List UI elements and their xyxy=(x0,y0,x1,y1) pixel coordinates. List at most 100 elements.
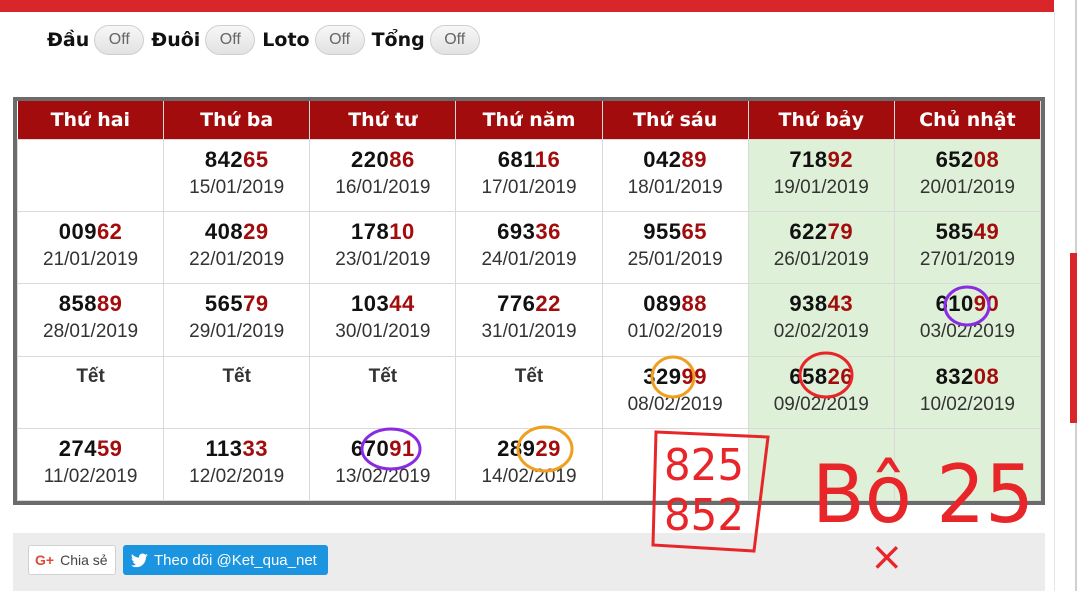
tet-label: Tết xyxy=(222,365,251,387)
calendar-cell[interactable]: Tết xyxy=(455,355,603,429)
calendar-cell[interactable]: 95565 25/01/2019 xyxy=(601,211,749,285)
result-head-digits: 220 xyxy=(351,147,390,172)
calendar-cell[interactable]: 68116 17/01/2019 xyxy=(455,138,603,213)
calendar-cell[interactable] xyxy=(747,427,895,502)
calendar-cell[interactable]: 08988 01/02/2019 xyxy=(601,283,749,357)
result-date: 13/02/2019 xyxy=(335,465,431,487)
tet-label: Tết xyxy=(514,365,544,387)
result-head-digits: 842 xyxy=(204,147,244,172)
calendar-cell[interactable]: 11333 12/02/2019 xyxy=(163,427,311,502)
result-tail-digits: 88 xyxy=(681,291,707,317)
result-head-digits: 858 xyxy=(58,291,97,317)
calendar-cell[interactable]: 58549 27/01/2019 xyxy=(893,211,1042,285)
calendar-cell[interactable]: 65208 20/01/2019 xyxy=(893,138,1042,213)
tet-label: Tết xyxy=(368,365,398,387)
result-tail-digits: 62 xyxy=(96,219,123,245)
gplus-share-button[interactable]: G+ Chia sẻ xyxy=(28,545,116,575)
calendar-cell[interactable]: 83208 10/02/2019 xyxy=(893,355,1042,429)
result-head-digits: 178 xyxy=(351,219,390,245)
calendar-cell[interactable] xyxy=(16,138,165,213)
result-tail-digits: 22 xyxy=(535,291,561,317)
calendar-cell[interactable]: 84265 15/01/2019 xyxy=(163,138,311,213)
calendar-cell[interactable]: 10344 30/01/2019 xyxy=(309,283,457,357)
header-banner xyxy=(0,0,1054,12)
result-date: 27/01/2019 xyxy=(919,249,1015,271)
result-date: 26/01/2019 xyxy=(773,249,869,271)
result-date: 02/02/2019 xyxy=(773,321,869,343)
result-tail-digits: 10 xyxy=(389,219,415,245)
filter-label-duoi: Đuôi xyxy=(151,29,201,51)
result-number: 40829 xyxy=(164,218,309,246)
result-tail-digits: 36 xyxy=(535,219,561,245)
calendar-cell[interactable] xyxy=(601,427,749,502)
calendar-cell[interactable]: 71892 19/01/2019 xyxy=(747,138,895,213)
calendar-cell[interactable]: 32999 08/02/2019 xyxy=(601,355,749,429)
calendar-cell[interactable]: 27459 11/02/2019 xyxy=(16,427,165,502)
calendar-cell[interactable]: 67091 13/02/2019 xyxy=(309,427,457,502)
toggle-loto[interactable]: Off xyxy=(314,25,365,55)
result-number: 83208 xyxy=(895,363,1040,391)
result-tail-digits: 65 xyxy=(681,219,707,245)
result-number: 85889 xyxy=(18,290,163,318)
result-date: 21/01/2019 xyxy=(43,249,139,271)
calendar-cell[interactable]: Tết xyxy=(309,355,457,429)
result-number: 84265 xyxy=(164,146,309,174)
toggle-dau[interactable]: Off xyxy=(94,25,145,55)
calendar-cell[interactable]: Tết xyxy=(16,355,165,429)
calendar-cell[interactable]: 40829 22/01/2019 xyxy=(163,211,311,285)
calendar-cell[interactable]: 93843 02/02/2019 xyxy=(747,283,895,357)
toggle-duoi[interactable]: Off xyxy=(205,25,256,55)
calendar-cell[interactable]: 17810 23/01/2019 xyxy=(309,211,457,285)
calendar-cell[interactable]: 28929 14/02/2019 xyxy=(455,427,603,502)
weekday-header: Chủ nhật xyxy=(894,101,1042,140)
calendar-row: 85889 28/01/2019 56579 29/01/2019 10344 30/01… xyxy=(16,283,1042,357)
calendar-row: 00962 21/01/2019 40829 22/01/2019 17810 23/01… xyxy=(16,211,1042,285)
result-tail-digits: 29 xyxy=(535,435,561,461)
calendar-cell[interactable]: 04289 18/01/2019 xyxy=(601,138,749,213)
result-date: 30/01/2019 xyxy=(335,321,431,343)
result-number: 22086 xyxy=(310,146,455,174)
result-head-digits: 009 xyxy=(58,219,97,245)
result-tail-digits: 29 xyxy=(243,219,269,245)
filter-label-loto: Loto xyxy=(262,29,310,51)
result-date: 03/02/2019 xyxy=(919,321,1015,343)
content-border xyxy=(1054,12,1055,591)
result-date: 09/02/2019 xyxy=(773,393,869,415)
result-tail-digits: 99 xyxy=(681,363,707,389)
result-tail-digits: 89 xyxy=(681,147,707,172)
results-calendar: Thứ hai Thứ ba Thứ tư Thứ năm Thứ sáu Th… xyxy=(13,97,1045,505)
calendar-cell[interactable]: 56579 29/01/2019 xyxy=(163,283,311,357)
result-number: 28929 xyxy=(456,435,601,463)
result-tail-digits: 86 xyxy=(389,147,415,172)
side-tab[interactable] xyxy=(1070,253,1077,423)
result-number: 65826 xyxy=(749,363,894,391)
result-number: 61090 xyxy=(895,290,1040,318)
result-head-digits: 329 xyxy=(643,363,682,389)
calendar-cell[interactable]: 65826 09/02/2019 xyxy=(747,355,895,429)
tet-label: Tết xyxy=(76,365,105,387)
calendar-row: Tết Tết Tết Tết 32999 08/02/2019 65826 09/02/20… xyxy=(16,355,1042,429)
result-tail-digits: 26 xyxy=(827,363,854,389)
calendar-cell[interactable]: 61090 03/02/2019 xyxy=(893,283,1042,357)
result-number: 56579 xyxy=(164,290,309,318)
result-date: 15/01/2019 xyxy=(189,177,285,198)
toggle-tong[interactable]: Off xyxy=(429,25,480,55)
calendar-cell[interactable] xyxy=(893,427,1042,502)
result-number: 58549 xyxy=(895,218,1040,246)
calendar-cell[interactable]: 22086 16/01/2019 xyxy=(309,138,457,213)
calendar-cell[interactable]: 62279 26/01/2019 xyxy=(747,211,895,285)
result-tail-digits: 16 xyxy=(534,147,561,172)
calendar-body: 84265 15/01/2019 22086 16/01/2019 68116 17/01… xyxy=(16,138,1042,502)
result-date: 31/01/2019 xyxy=(481,321,577,343)
result-date: 08/02/2019 xyxy=(627,393,723,415)
calendar-cell[interactable]: 77622 31/01/2019 xyxy=(455,283,603,357)
result-head-digits: 832 xyxy=(935,363,974,389)
calendar-cell[interactable]: 00962 21/01/2019 xyxy=(16,211,165,285)
twitter-follow-button[interactable]: Theo dõi @Ket_qua_net xyxy=(123,545,328,575)
result-date: 14/02/2019 xyxy=(481,465,577,487)
result-head-digits: 089 xyxy=(643,291,682,317)
result-number: 08988 xyxy=(603,290,748,318)
calendar-cell[interactable]: 69336 24/01/2019 xyxy=(455,211,603,285)
calendar-cell[interactable]: 85889 28/01/2019 xyxy=(16,283,165,357)
calendar-cell[interactable]: Tết xyxy=(163,355,311,429)
